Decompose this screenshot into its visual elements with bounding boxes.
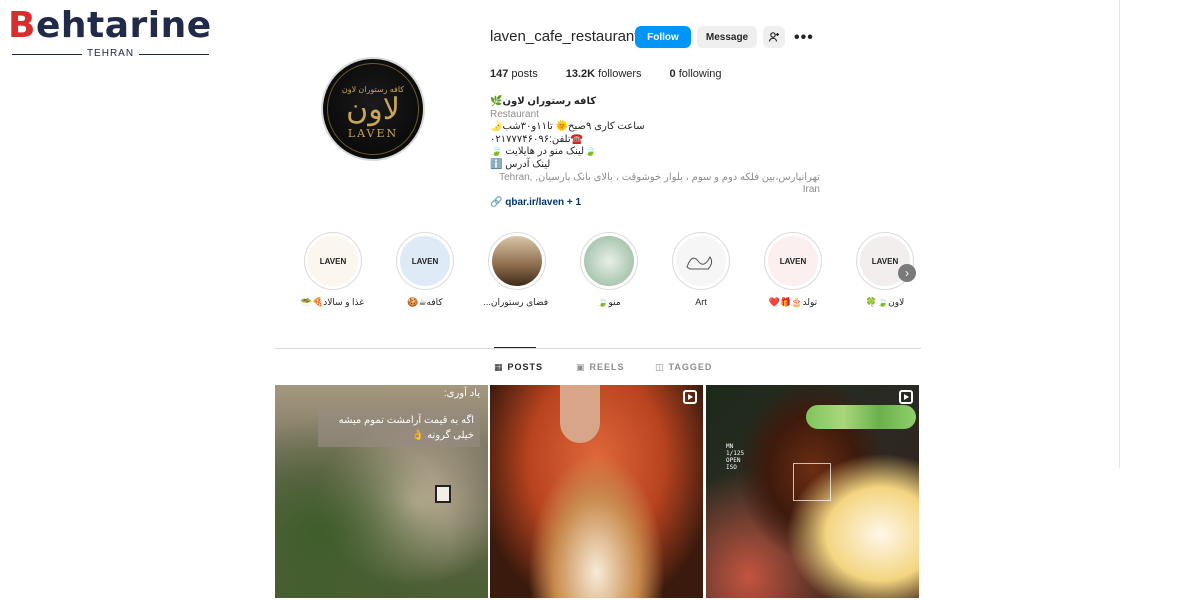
bio-category: Restaurant	[490, 108, 539, 120]
bio-location: تهرانپارس،بین فلکه دوم و سوم ، بلوار خوش…	[499, 171, 820, 196]
sketch-icon	[686, 256, 713, 270]
highlight-label: تولد🎂🎁❤️	[768, 297, 818, 307]
profile-bio: کافه رستوران لاون🌿 Restaurant ساعت کاری …	[490, 96, 820, 209]
tagged-icon: ◫	[655, 362, 665, 372]
message-button[interactable]: Message	[697, 26, 757, 48]
add-user-icon	[768, 32, 779, 42]
lamp-image-detail	[435, 485, 451, 503]
highlight-item[interactable]: LAVEN کافه☕🍪	[394, 232, 456, 308]
bio-line: لینک آدرس ℹ️	[490, 158, 551, 170]
highlight-item[interactable]: LAVEN تولد🎂🎁❤️	[762, 232, 824, 308]
tab-reels[interactable]: ▣ REELS	[576, 362, 625, 373]
post-overlay-text: اگه به قیمت آرامشت تموم میشه خیلی گرونه …	[318, 409, 480, 447]
more-options-icon[interactable]: •••	[794, 29, 814, 47]
highlight-item[interactable]: Art	[670, 232, 732, 307]
avatar-name-text: LAVEN	[347, 127, 399, 140]
bio-line: ساعت کاری ۹صبح🌞 تا۱۱و۳۰شب🌛	[490, 121, 645, 133]
highlight-label: منو🍃	[597, 297, 621, 307]
highlight-label: لاون🍃🍀	[865, 297, 905, 307]
highlights-next-chevron-icon[interactable]: ›	[898, 264, 916, 282]
highlight-cover: LAVEN	[768, 236, 818, 286]
highlight-item[interactable]: منو🍃	[578, 232, 640, 308]
bio-line: 🍃لینک منو در هایلایت 🍃	[490, 146, 597, 158]
reels-icon: ▣	[576, 362, 586, 372]
highlight-cover: LAVEN	[400, 236, 450, 286]
brand-rest: ehtarine	[35, 5, 212, 46]
profile-avatar[interactable]: کافه رستوران لاون لاون LAVEN	[321, 57, 425, 161]
brand-first-letter: B	[8, 5, 36, 46]
behtarine-watermark-logo: Behtarine TEHRAN	[8, 6, 213, 60]
bio-link[interactable]: 🔗 qbar.ir/laven + 1	[490, 197, 820, 210]
camera-overlay-text: MN 1/125 OPEN ISO	[726, 443, 745, 471]
highlight-item[interactable]: LAVEN غذا و سالاد🍕🥗	[300, 232, 364, 308]
profile-username: laven_cafe_restaurant	[490, 28, 639, 45]
post-image-detail	[560, 385, 600, 443]
highlight-cover: LAVEN	[308, 236, 358, 286]
avatar-script-text: لاون	[346, 92, 400, 127]
profile-stats: 147 posts 13.2K followers 0 following	[490, 68, 750, 80]
stat-following[interactable]: 0 following	[670, 68, 722, 80]
reel-icon	[683, 390, 697, 404]
tabs-divider	[275, 348, 921, 349]
highlight-cover	[676, 236, 726, 286]
post-overlay-title: یاد آوری:	[443, 388, 480, 399]
instagram-profile-page: Behtarine TEHRAN کافه رستوران لاون لاون …	[0, 0, 1200, 600]
highlight-item[interactable]: فضای رستوران...	[483, 232, 548, 308]
highlight-label: کافه☕🍪	[407, 297, 443, 307]
highlight-label: غذا و سالاد🍕🥗	[300, 297, 364, 307]
follow-button[interactable]: Follow	[635, 26, 691, 48]
post-image-detail	[806, 405, 916, 429]
reel-icon	[899, 390, 913, 404]
post-thumbnail[interactable]: MN 1/125 OPEN ISO	[706, 385, 919, 598]
bio-display-name: کافه رستوران لاون🌿	[490, 96, 597, 107]
tab-tagged[interactable]: ◫ TAGGED	[655, 362, 712, 373]
grid-icon: ▦	[494, 362, 504, 372]
post-thumbnail[interactable]: یاد آوری: اگه به قیمت آرامشت تموم میشه خ…	[275, 385, 488, 598]
highlight-cover	[492, 236, 542, 286]
tab-posts[interactable]: ▦ POSTS	[494, 362, 543, 373]
page-scrollbar[interactable]	[1119, 0, 1120, 468]
story-highlights: LAVEN غذا و سالاد🍕🥗 LAVEN کافه☕🍪 فضای رس…	[300, 232, 922, 322]
post-thumbnail[interactable]	[490, 385, 703, 598]
highlight-label: فضای رستوران...	[483, 297, 548, 307]
suggest-users-button[interactable]	[763, 26, 785, 48]
brand-subtitle: TEHRAN	[86, 48, 135, 59]
highlight-label: Art	[695, 297, 707, 307]
active-tab-indicator	[494, 347, 536, 348]
stat-posts[interactable]: 147 posts	[490, 68, 538, 80]
camera-focus-frame	[793, 463, 831, 501]
stat-followers[interactable]: 13.2K followers	[566, 68, 642, 80]
link-icon: 🔗	[490, 196, 503, 208]
highlight-cover	[584, 236, 634, 286]
bio-line: ☎️تلفن:۰۲۱۷۷۷۴۶۰۹۶	[490, 133, 584, 145]
